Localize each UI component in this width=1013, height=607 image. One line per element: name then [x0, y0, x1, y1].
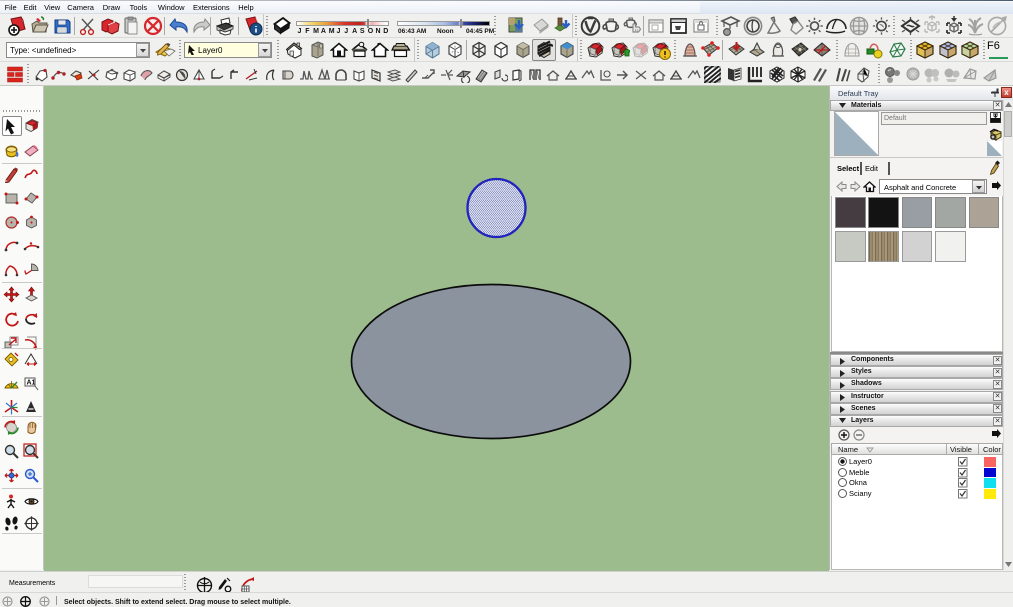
- svg-text:A1: A1: [27, 380, 36, 387]
